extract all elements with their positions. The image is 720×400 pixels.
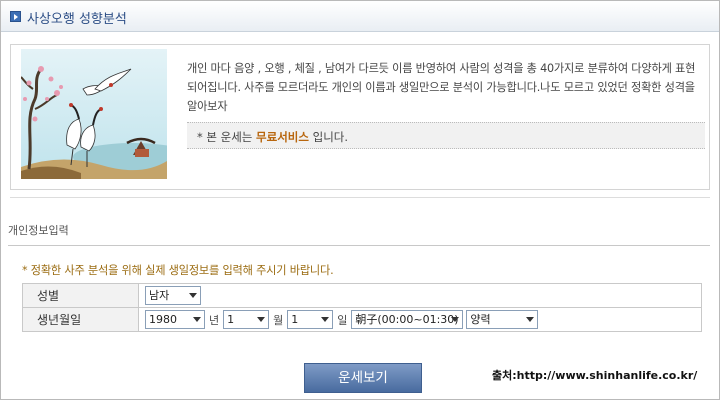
calendar-type-select-value: 양력 — [470, 313, 491, 326]
gender-label: 성별 — [22, 283, 139, 308]
section-divider — [8, 245, 710, 246]
intro-description: 개인 마다 음양 , 오행 , 체질 , 남여가 다르듯 이름 반영하여 사람의… — [187, 62, 696, 113]
chevron-down-icon — [189, 293, 197, 298]
divider — [10, 197, 710, 198]
year-select-value: 1980 — [149, 313, 177, 326]
birthdate-label: 생년월일 — [22, 307, 139, 332]
year-unit: 년 — [209, 313, 220, 327]
input-notice: * 정확한 사주 분석을 위해 실제 생일정보를 입력해 주시기 바랍니다. — [22, 264, 334, 277]
gender-select-value: 남자 — [149, 289, 170, 302]
chevron-down-icon — [193, 317, 201, 322]
birth-hour-select[interactable]: 朝子(00:00~01:30) — [351, 310, 464, 329]
fortune-submit-button[interactable]: 운세보기 — [304, 363, 422, 393]
page-title: 사상오행 성향분석 — [27, 12, 127, 27]
section-title: 개인정보입력 — [8, 224, 69, 237]
day-unit: 일 — [337, 313, 348, 327]
free-notice-prefix: * 본 운세는 — [197, 130, 253, 144]
day-select-value: 1 — [291, 313, 299, 326]
free-service-notice: * 본 운세는 무료서비스 입니다. — [187, 122, 705, 149]
free-notice-suffix: 입니다. — [312, 130, 349, 144]
calendar-type-select[interactable]: 양력 — [466, 310, 539, 329]
personal-info-form: 성별 남자 생년월일 1980 년 1 월 1 일 朝子(00:00~01:30… — [22, 283, 702, 332]
year-select[interactable]: 1980 — [145, 310, 205, 329]
chevron-down-icon — [526, 317, 535, 322]
birthdate-row: 생년월일 1980 년 1 월 1 일 朝子(00:00~01:30) 양력 — [22, 307, 702, 332]
chevron-down-icon — [257, 317, 266, 322]
month-select-value: 1 — [227, 313, 235, 326]
free-service-highlight: 무료서비스 — [256, 130, 309, 144]
bullet-arrow-icon — [10, 11, 21, 22]
intro-panel: 개인 마다 음양 , 오행 , 체질 , 남여가 다르듯 이름 반영하여 사람의… — [10, 44, 710, 190]
page-header: 사상오행 성향분석 — [1, 1, 719, 32]
source-credit: 출처:http://www.shinhanlife.co.kr/ — [492, 369, 698, 382]
chevron-down-icon — [321, 317, 330, 322]
birth-hour-select-value: 朝子(00:00~01:30) — [355, 313, 459, 326]
month-select[interactable]: 1 — [223, 310, 270, 329]
chevron-down-icon — [451, 317, 460, 322]
month-unit: 월 — [273, 313, 284, 327]
day-select[interactable]: 1 — [287, 310, 334, 329]
gender-row: 성별 남자 — [22, 283, 702, 308]
cranes-illustration — [21, 49, 167, 179]
gender-select[interactable]: 남자 — [145, 286, 201, 305]
